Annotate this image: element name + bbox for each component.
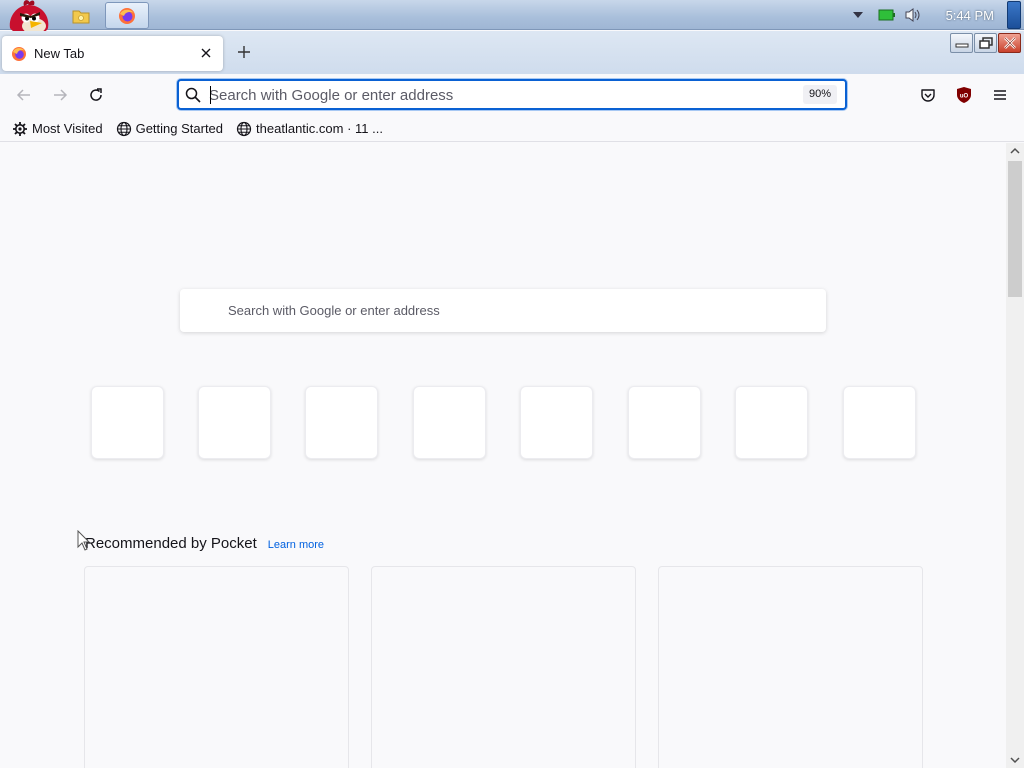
reload-icon	[90, 88, 102, 101]
top-site-tile[interactable]	[413, 386, 486, 459]
top-site-tile[interactable]	[628, 386, 701, 459]
restore-icon	[978, 37, 993, 49]
bookmark-getting-started[interactable]: Getting Started	[116, 121, 223, 137]
window-controls	[950, 33, 1021, 53]
newtab-search-box[interactable]	[180, 289, 826, 332]
firefox-taskbar-button[interactable]	[105, 2, 149, 29]
pocket-section-title: Recommended by Pocket	[85, 535, 257, 552]
search-icon	[185, 87, 201, 103]
minimize-icon	[955, 43, 968, 48]
close-icon[interactable]	[198, 45, 214, 61]
app-menu-button[interactable]	[990, 85, 1010, 105]
forward-button[interactable]	[50, 85, 70, 105]
scrollbar-thumb[interactable]	[1008, 161, 1022, 297]
svg-text:uO: uO	[960, 94, 969, 100]
show-desktop-button[interactable]	[1007, 1, 1021, 29]
bookmark-label: theatlantic.com · 11 ...	[256, 121, 383, 136]
top-site-tile[interactable]	[735, 386, 808, 459]
address-input[interactable]	[209, 85, 789, 105]
zoom-level-button[interactable]: 90%	[802, 85, 837, 104]
top-site-tile[interactable]	[305, 386, 378, 459]
scroll-down-arrow-icon[interactable]	[1008, 754, 1022, 766]
address-bar[interactable]: 90%	[177, 79, 847, 110]
folder-launcher[interactable]	[64, 2, 98, 29]
tab-new-tab[interactable]: New Tab	[2, 36, 223, 71]
system-tray: 5:44 PM	[852, 0, 1024, 30]
newtab-search-input[interactable]	[228, 300, 788, 320]
bookmarks-toolbar: Most Visited Getting Started theatlantic…	[0, 116, 1024, 142]
ublock-button[interactable]: uO	[954, 85, 974, 105]
new-tab-page: Recommended by Pocket Learn more	[0, 143, 1006, 768]
pocket-story-card[interactable]	[658, 566, 923, 768]
pocket-story-card[interactable]	[84, 566, 349, 768]
tab-title: New Tab	[34, 46, 85, 61]
navigation-toolbar: 90% uO	[0, 74, 1024, 116]
reload-button[interactable]	[86, 85, 106, 105]
close-icon	[1003, 37, 1016, 49]
globe-icon	[236, 121, 252, 136]
bookmark-theatlantic[interactable]: theatlantic.com · 11 ...	[236, 121, 383, 137]
pocket-button[interactable]	[918, 85, 938, 105]
pocket-icon	[921, 89, 935, 102]
pocket-story-card[interactable]	[371, 566, 636, 768]
chevron-down-icon[interactable]	[852, 11, 864, 19]
text-caret	[210, 86, 211, 104]
top-site-tile[interactable]	[91, 386, 164, 459]
arrow-right-icon	[54, 89, 68, 101]
firefox-icon	[12, 46, 26, 61]
mouse-pointer-icon	[77, 530, 91, 551]
bookmark-label: Most Visited	[32, 121, 103, 136]
battery-icon[interactable]	[878, 9, 896, 21]
folder-icon	[72, 10, 90, 23]
clock[interactable]: 5:44 PM	[946, 8, 994, 23]
scroll-up-arrow-icon[interactable]	[1008, 145, 1022, 157]
learn-more-link[interactable]: Learn more	[268, 539, 324, 551]
bookmark-label: Getting Started	[135, 121, 224, 136]
gear-icon	[13, 121, 27, 136]
taskbar: 5:44 PM	[0, 0, 1024, 35]
vertical-scrollbar[interactable]	[1006, 143, 1024, 768]
hamburger-menu-icon	[994, 90, 1006, 100]
new-tab-plus-icon[interactable]	[234, 42, 254, 62]
restore-button[interactable]	[974, 33, 997, 53]
top-site-tile[interactable]	[843, 386, 916, 459]
firefox-icon	[119, 7, 135, 24]
close-window-button[interactable]	[998, 33, 1021, 53]
globe-icon	[116, 121, 131, 136]
tab-strip: New Tab	[0, 31, 1024, 74]
bookmark-most-visited[interactable]: Most Visited	[12, 121, 103, 137]
volume-icon[interactable]	[904, 7, 922, 23]
ublock-shield-icon: uO	[957, 87, 971, 103]
top-site-tile[interactable]	[520, 386, 593, 459]
minimize-button[interactable]	[950, 33, 973, 53]
pocket-section-header: Recommended by Pocket Learn more	[85, 535, 324, 552]
top-site-tile[interactable]	[198, 386, 271, 459]
arrow-left-icon	[16, 89, 30, 101]
back-button[interactable]	[14, 85, 34, 105]
